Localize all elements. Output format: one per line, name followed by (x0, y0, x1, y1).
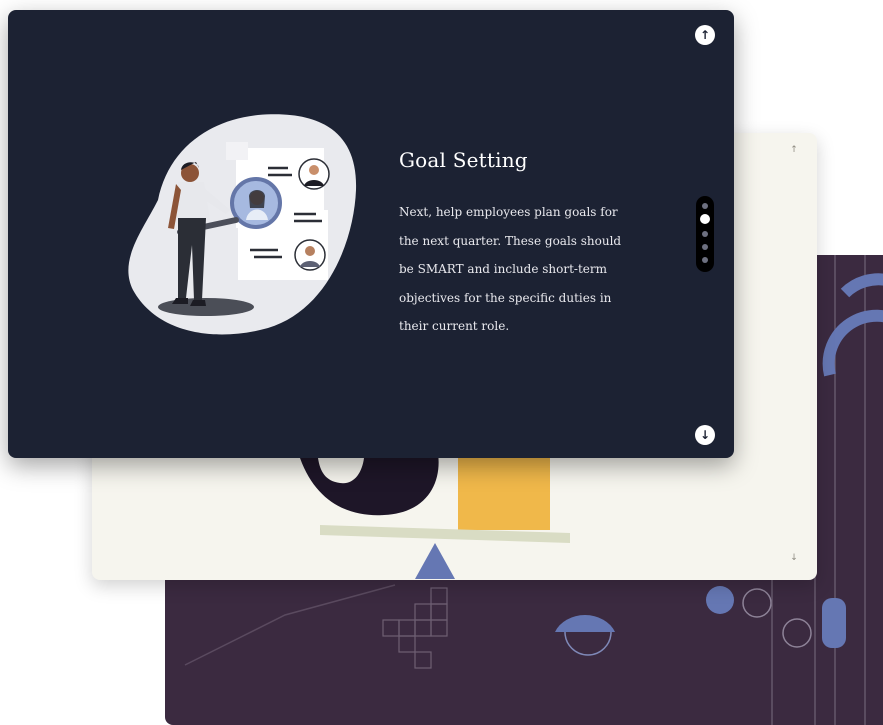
front-slide-card[interactable]: ↑ ↓ Goal Setting Next, help employees pl… (8, 10, 734, 458)
pagination-dot[interactable] (702, 257, 708, 263)
pagination-dot-active[interactable] (700, 214, 710, 224)
body-line: Next, help employees plan goals for (399, 205, 618, 219)
pagination-dot[interactable] (702, 244, 708, 250)
arrow-up-icon[interactable]: ↑ (695, 25, 715, 45)
body-line: their current role. (399, 319, 510, 333)
arrow-down-icon[interactable]: ↓ (788, 553, 800, 563)
front-slide-pagination[interactable] (696, 196, 714, 272)
person-with-magnifier-illustration (128, 114, 357, 335)
body-line: the next quarter. These goals should (399, 233, 622, 248)
pagination-dot[interactable] (702, 231, 708, 237)
arrow-down-icon[interactable]: ↓ (695, 425, 715, 445)
slide-body-text: Next, help employees plan goals for the … (399, 198, 639, 341)
body-line: be SMART and include short-term (399, 262, 608, 276)
pagination-dot[interactable] (702, 203, 708, 209)
body-line: objectives for the specific duties in (399, 290, 612, 305)
arrow-up-icon[interactable]: ↑ (788, 145, 800, 155)
slide-title: Goal Setting (399, 148, 528, 172)
